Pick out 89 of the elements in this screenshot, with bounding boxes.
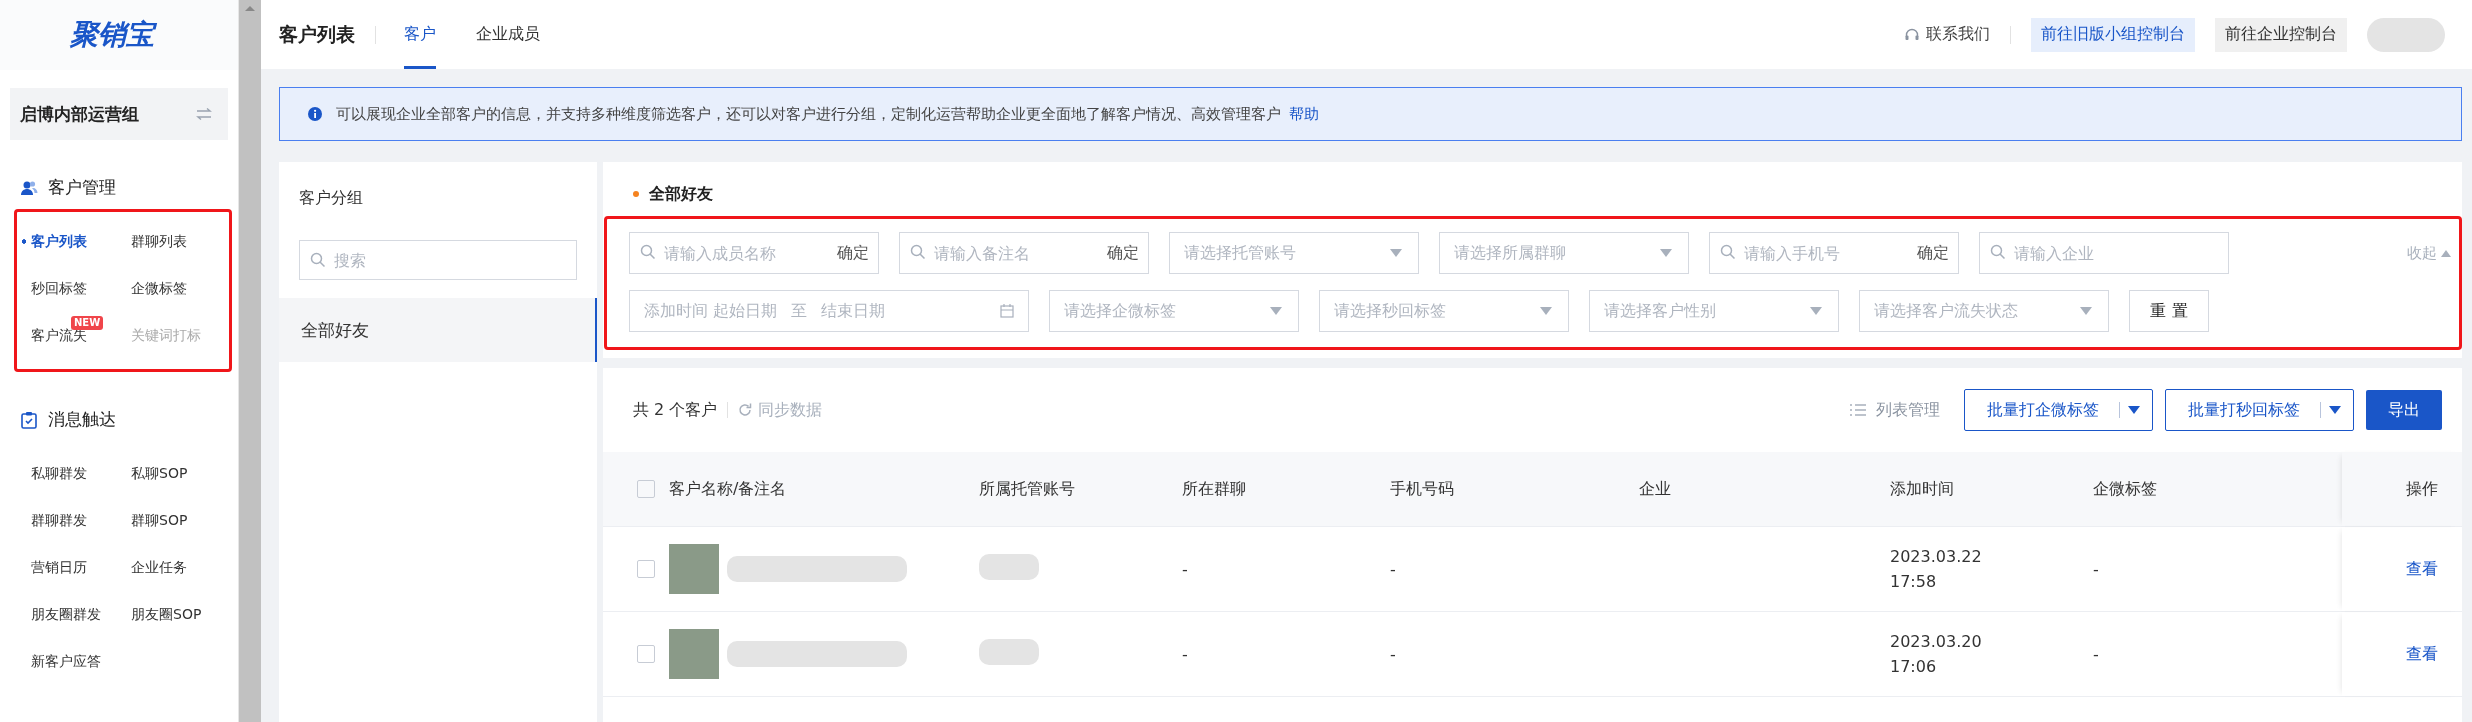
contact-link[interactable]: 联系我们 xyxy=(1926,24,1990,45)
column-header: 企业 xyxy=(1639,478,1672,500)
customer-count: 共 2 个客户 xyxy=(633,399,718,421)
info-icon xyxy=(308,107,322,121)
search-icon xyxy=(310,252,326,268)
checkbox[interactable] xyxy=(637,560,655,578)
help-link[interactable]: 帮助 xyxy=(1289,104,1319,124)
column-header: 手机号码 xyxy=(1390,478,1455,500)
caret-icon xyxy=(1660,249,1672,257)
avatar-placeholder xyxy=(669,629,719,679)
search-field[interactable]: 搜索 xyxy=(299,240,577,280)
section-title: 消息触达 xyxy=(48,408,116,431)
menu-item[interactable]: 企微标签 xyxy=(121,265,187,312)
table-cell-text: - xyxy=(1390,559,1397,579)
table-cell-text: 17:58 xyxy=(1890,572,1938,591)
caret-icon xyxy=(2128,406,2140,414)
caret-icon xyxy=(1540,307,1552,315)
menu-item[interactable]: 新客户应答 xyxy=(21,638,101,685)
calendar-icon xyxy=(1000,304,1014,318)
blurred-text xyxy=(979,639,1039,665)
search-field[interactable]: 请输入企业 xyxy=(1979,232,2229,274)
users-icon xyxy=(20,178,38,197)
refresh-icon xyxy=(738,403,753,417)
column-header: 添加时间 xyxy=(1890,478,1955,500)
swap-icon xyxy=(196,108,212,120)
table-cell-text: - xyxy=(2093,644,2100,664)
blurred-text xyxy=(979,554,1039,580)
caret-icon xyxy=(2441,249,2451,257)
avatar-placeholder xyxy=(669,544,719,594)
search-icon xyxy=(1990,244,2006,260)
caret-icon xyxy=(2080,307,2092,315)
caret-icon xyxy=(1390,249,1402,257)
table-cell-text: 2023.03.20 xyxy=(1890,632,1983,651)
menu-item[interactable]: 群聊群发 xyxy=(21,497,87,544)
info-text: 可以展现企业全部客户的信息，并支持多种维度筛选客户，还可以对客户进行分组，定制化运营帮助企业更全面地了解客户情况、高效管理客户 xyxy=(336,104,1281,124)
reset-button[interactable]: 重 置 xyxy=(2129,290,2209,332)
menu-item[interactable]: 私聊群发 xyxy=(21,450,87,497)
column-header: 所属托管账号 xyxy=(979,478,1076,500)
menu-item[interactable]: NEW 客户流失 xyxy=(21,312,103,359)
checkbox[interactable] xyxy=(637,480,655,498)
batch-tag-button[interactable]: 批量打企微标签 xyxy=(1964,389,2153,431)
column-header: 所在群聊 xyxy=(1182,478,1247,500)
new-badge: NEW xyxy=(71,316,104,330)
column-header: 企微标签 xyxy=(2093,478,2158,500)
menu-item[interactable]: 企业任务 xyxy=(121,544,187,591)
confirm-button[interactable]: 确定 xyxy=(837,243,869,264)
tab[interactable]: 客户 xyxy=(404,0,436,69)
tab[interactable]: 企业成员 xyxy=(476,0,540,69)
caret-icon xyxy=(1810,307,1822,315)
avatar-placeholder[interactable] xyxy=(2367,17,2445,52)
column-header: 操作 xyxy=(2342,452,2462,526)
confirm-button[interactable]: 确定 xyxy=(1107,243,1139,264)
page-title: 客户列表 xyxy=(279,21,355,47)
checkbox[interactable] xyxy=(637,645,655,663)
caret-icon xyxy=(1270,307,1282,315)
confirm-button[interactable]: 确定 xyxy=(1917,243,1949,264)
menu-item[interactable]: 朋友圈SOP xyxy=(121,591,202,638)
menu-item[interactable]: 秒回标签 xyxy=(21,265,87,312)
section-title: 客户管理 xyxy=(48,176,116,199)
menu-item[interactable]: 营销日历 xyxy=(21,544,87,591)
scrollbar[interactable] xyxy=(238,0,261,722)
clipboard-icon xyxy=(20,410,38,429)
filter-title: 全部好友 xyxy=(649,183,713,205)
table-cell-text: - xyxy=(1182,644,1189,664)
search-icon xyxy=(910,244,926,260)
caret-icon xyxy=(2329,406,2341,414)
table-cell-text: 17:06 xyxy=(1890,657,1938,676)
batch-tag-button[interactable]: 批量打秒回标签 xyxy=(2165,389,2354,431)
table-cell-text: 2023.03.22 xyxy=(1890,547,1983,566)
group-item[interactable]: 全部好友 xyxy=(279,298,597,362)
menu-item[interactable]: 私聊SOP xyxy=(121,450,188,497)
console-button[interactable]: 前往企业控制台 xyxy=(2215,17,2347,52)
column-header: 客户名称/备注名 xyxy=(669,478,788,500)
view-link[interactable]: 查看 xyxy=(2406,643,2438,665)
search-icon xyxy=(640,244,656,260)
table-cell-text: - xyxy=(1390,644,1397,664)
panel-title: 客户分组 xyxy=(298,187,364,209)
table-cell-text: - xyxy=(2093,559,2100,579)
search-icon xyxy=(1720,244,1736,260)
list-icon xyxy=(1850,404,1866,416)
export-button[interactable]: 导出 xyxy=(2366,390,2442,430)
console-button[interactable]: 前往旧版小组控制台 xyxy=(2031,17,2195,52)
menu-item[interactable]: 群聊列表 xyxy=(121,218,187,265)
table-cell-text: - xyxy=(1182,559,1189,579)
menu-item[interactable]: 群聊SOP xyxy=(121,497,188,544)
group-switcher[interactable]: 启博内部运营组 xyxy=(10,88,228,140)
view-link[interactable]: 查看 xyxy=(2406,558,2438,580)
menu-item[interactable]: 朋友圈群发 xyxy=(21,591,101,638)
headset-icon xyxy=(1904,26,1920,43)
